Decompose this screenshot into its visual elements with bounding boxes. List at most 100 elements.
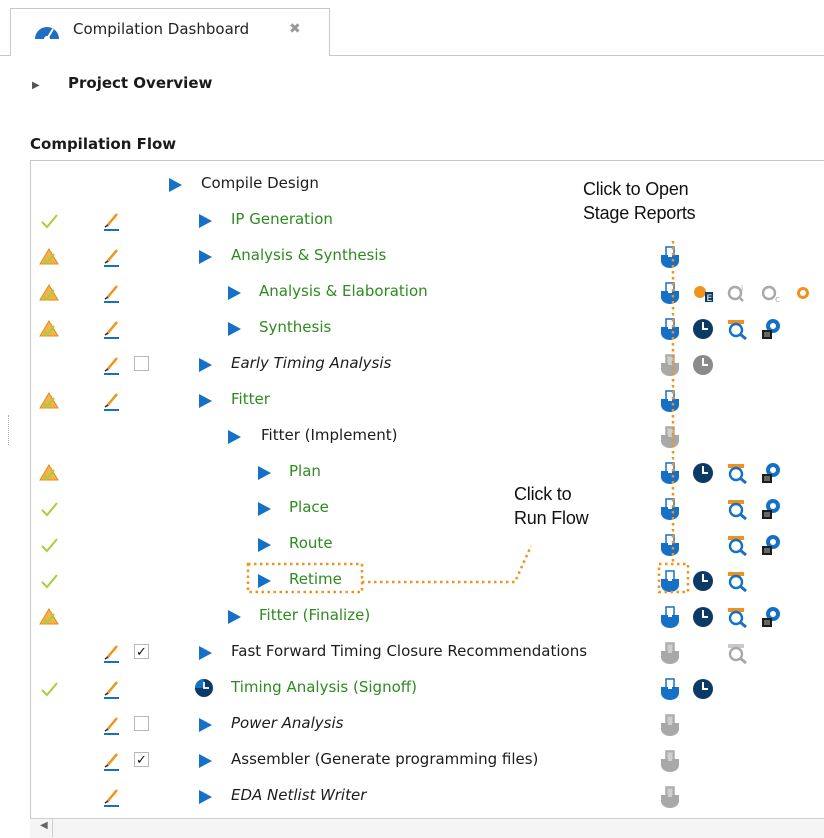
enable-stage-checkbox[interactable]: ✓ <box>134 752 149 768</box>
chip-planner-icon[interactable] <box>760 462 782 484</box>
chip-planner-icon[interactable] <box>760 606 782 628</box>
stage-report-icon[interactable] <box>659 246 681 268</box>
stage-label[interactable]: Synthesis <box>259 318 331 336</box>
edit-settings-icon[interactable] <box>103 211 121 231</box>
edit-settings-icon[interactable] <box>103 391 121 411</box>
stage-report-icon[interactable] <box>659 786 681 808</box>
run-stage-icon[interactable] <box>228 286 241 300</box>
run-stage-icon[interactable] <box>258 538 271 552</box>
resize-grip[interactable] <box>8 415 11 445</box>
stage-label[interactable]: Power Analysis <box>231 714 343 732</box>
edit-settings-icon[interactable] <box>103 679 121 699</box>
netlist-viewer-icon[interactable] <box>726 318 748 341</box>
tab-compilation-dashboard[interactable]: Compilation Dashboard ✖ <box>10 8 330 55</box>
chip-planner-icon[interactable] <box>760 498 782 520</box>
stage-report-icon[interactable] <box>659 570 681 592</box>
running-clock-icon[interactable] <box>194 678 214 698</box>
scroll-left-icon[interactable]: ◀ <box>40 820 48 831</box>
stage-label[interactable]: Route <box>289 534 333 552</box>
viewer-icon[interactable] <box>794 282 816 304</box>
stage-report-icon[interactable] <box>659 678 681 700</box>
timing-analyzer-icon[interactable] <box>692 570 714 592</box>
stage-label[interactable]: Fitter <box>231 390 270 408</box>
stage-label[interactable]: Place <box>289 498 329 516</box>
stage-label[interactable]: IP Generation <box>231 210 333 228</box>
timing-analyzer-icon[interactable] <box>692 606 714 628</box>
stage-label[interactable]: Fitter (Finalize) <box>259 606 370 624</box>
chip-planner-icon[interactable] <box>760 534 782 556</box>
stage-label[interactable]: Analysis & Elaboration <box>259 282 428 300</box>
stage-label[interactable]: Assembler (Generate programming files) <box>231 750 538 768</box>
edit-settings-icon[interactable] <box>103 319 121 339</box>
expand-arrow-icon[interactable]: ▶ <box>32 80 40 91</box>
edit-settings-icon[interactable] <box>103 283 121 303</box>
timing-analyzer-icon[interactable] <box>692 678 714 700</box>
edit-settings-icon[interactable] <box>103 751 121 771</box>
stage-label[interactable]: Plan <box>289 462 321 480</box>
run-stage-icon[interactable] <box>228 322 241 336</box>
stage-label[interactable]: Timing Analysis (Signoff) <box>231 678 417 696</box>
edit-settings-icon[interactable] <box>103 247 121 267</box>
netlist-viewer-icon[interactable] <box>726 606 748 629</box>
stage-report-icon[interactable] <box>659 606 681 628</box>
edit-settings-icon[interactable] <box>103 787 121 807</box>
edit-settings-icon[interactable] <box>103 715 121 735</box>
run-stage-icon[interactable] <box>228 430 241 444</box>
stage-report-icon[interactable] <box>659 426 681 448</box>
stage-report-icon[interactable] <box>659 714 681 736</box>
callout-open-reports: Click to Open Stage Reports <box>583 179 696 223</box>
stage-report-icon[interactable] <box>659 462 681 484</box>
run-stage-icon[interactable] <box>199 646 212 660</box>
stage-label[interactable]: EDA Netlist Writer <box>231 786 366 804</box>
enable-stage-checkbox[interactable] <box>134 716 149 731</box>
stage-report-icon[interactable] <box>659 390 681 412</box>
netlist-viewer-icon[interactable] <box>726 498 748 521</box>
close-icon[interactable]: ✖ <box>289 21 301 37</box>
inspect-c-icon[interactable]: c <box>760 282 782 305</box>
run-stage-icon[interactable] <box>199 214 212 228</box>
stage-report-icon[interactable] <box>659 354 681 376</box>
run-stage-icon[interactable] <box>258 502 271 516</box>
netlist-viewer-icon[interactable] <box>726 534 748 557</box>
run-stage-icon[interactable] <box>199 754 212 768</box>
warning-icon <box>39 391 59 411</box>
run-stage-icon[interactable] <box>169 178 182 192</box>
stage-report-icon[interactable] <box>659 498 681 520</box>
stage-report-icon[interactable] <box>659 282 681 304</box>
enable-stage-checkbox[interactable] <box>134 356 149 371</box>
stage-label[interactable]: Fitter (Implement) <box>261 426 398 444</box>
horizontal-scrollbar[interactable]: ◀ <box>30 818 824 838</box>
edit-settings-icon[interactable] <box>103 355 121 375</box>
project-overview-header[interactable]: Project Overview <box>68 74 212 92</box>
stage-label[interactable]: Fast Forward Timing Closure Recommendati… <box>231 642 587 660</box>
stage-report-icon[interactable] <box>659 534 681 556</box>
stage-label[interactable]: Early Timing Analysis <box>231 354 391 372</box>
edit-settings-icon[interactable] <box>103 643 121 663</box>
enable-stage-checkbox[interactable]: ✓ <box>134 644 149 660</box>
stage-label[interactable]: Analysis & Synthesis <box>231 246 386 264</box>
run-stage-icon[interactable] <box>199 718 212 732</box>
stage-label[interactable]: Compile Design <box>201 174 319 192</box>
run-stage-icon[interactable] <box>199 790 212 804</box>
netlist-viewer-icon[interactable] <box>726 570 748 593</box>
chip-planner-icon[interactable] <box>760 318 782 340</box>
run-stage-icon[interactable] <box>199 250 212 264</box>
stage-report-icon[interactable] <box>659 318 681 340</box>
flow-row: Fitter (Implement) <box>31 419 824 455</box>
run-stage-icon[interactable] <box>258 574 271 588</box>
timing-analyzer-icon[interactable] <box>692 354 714 376</box>
stage-label[interactable]: Retime <box>289 570 342 588</box>
svg-text:E: E <box>707 294 713 304</box>
stage-report-icon[interactable] <box>659 642 681 664</box>
inspect-icon[interactable]: i <box>726 282 748 304</box>
run-stage-icon[interactable] <box>199 394 212 408</box>
run-stage-icon[interactable] <box>199 358 212 372</box>
netlist-viewer-icon[interactable] <box>726 462 748 485</box>
run-stage-icon[interactable] <box>258 466 271 480</box>
netlist-viewer-icon[interactable] <box>726 642 748 665</box>
timing-analyzer-icon[interactable] <box>692 462 714 484</box>
timing-analyzer-icon[interactable] <box>692 318 714 340</box>
stage-report-icon[interactable] <box>659 750 681 772</box>
run-stage-icon[interactable] <box>228 610 241 624</box>
elaboration-viewer-icon[interactable]: E <box>692 282 714 304</box>
